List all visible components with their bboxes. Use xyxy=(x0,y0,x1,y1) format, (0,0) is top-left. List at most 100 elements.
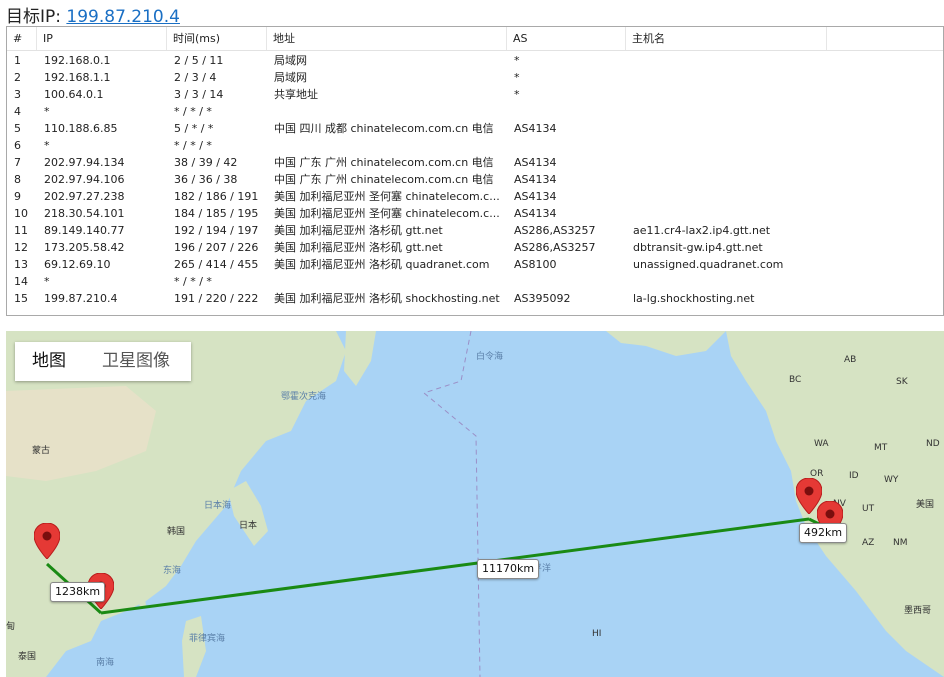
table-row[interactable]: 3 100.64.0.1 3 / 3 / 14 共享地址 * xyxy=(7,86,943,103)
label-bc: BC xyxy=(789,375,802,385)
table-row[interactable]: 11 89.149.140.77 192 / 194 / 197 美国 加利福尼亚州 … xyxy=(7,222,943,239)
cell-hop: 9 xyxy=(14,190,21,203)
cell-time: 192 / 194 / 197 xyxy=(174,224,259,237)
distance-label-3: 492km xyxy=(799,523,848,543)
label-usa: 美国 xyxy=(916,500,935,510)
cell-ip: 202.97.94.106 xyxy=(44,173,125,186)
cell-as: AS286,AS3257 xyxy=(514,241,596,254)
cell-ip: 100.64.0.1 xyxy=(44,88,104,101)
cell-address: 共享地址 xyxy=(274,88,318,101)
label-nm: NM xyxy=(893,538,908,548)
cell-ip: 202.97.94.134 xyxy=(44,156,125,169)
cell-ip: 192.168.0.1 xyxy=(44,54,111,67)
table-row[interactable]: 8 202.97.94.106 36 / 36 / 38 中国 广东 广州 china… xyxy=(7,171,943,188)
cell-address: 中国 广东 广州 chinatelecom.com.cn 电信 xyxy=(274,156,494,169)
cell-address: 美国 加利福尼亚州 洛杉矶 shockhosting.net xyxy=(274,292,500,305)
col-header-hop[interactable]: # xyxy=(7,27,37,50)
label-south-sea: 南海 xyxy=(96,658,115,668)
col-header-as[interactable]: AS xyxy=(507,27,626,50)
label-nd: ND xyxy=(926,439,940,449)
cell-time: 265 / 414 / 455 xyxy=(174,258,259,271)
cell-hostname xyxy=(626,103,827,120)
label-mongolia: 蒙古 xyxy=(32,446,51,456)
cell-hop: 5 xyxy=(14,122,21,135)
cell-time: 191 / 220 / 222 xyxy=(174,292,259,305)
japan-islands xyxy=(228,481,268,546)
table-row[interactable]: 5 110.188.6.85 5 / * / * 中国 四川 成都 chinatele… xyxy=(7,120,943,137)
cell-address: 美国 加利福尼亚州 洛杉矶 quadranet.com xyxy=(274,258,490,271)
cell-ip: * xyxy=(44,139,50,152)
satellite-view-button[interactable]: 卫星图像 xyxy=(102,342,170,381)
label-hawaii: HI xyxy=(592,629,602,639)
cell-time: 2 / 3 / 4 xyxy=(174,71,217,84)
table-row[interactable]: 6 * * / * / * xyxy=(7,137,943,154)
kamchatka xyxy=(344,331,376,386)
cell-ip: 192.168.1.1 xyxy=(44,71,111,84)
cell-time: * / * / * xyxy=(174,105,212,118)
route-segment-guangzhou-sanjose xyxy=(100,517,810,615)
col-header-ip[interactable]: IP xyxy=(37,27,167,50)
cell-time: 184 / 185 / 195 xyxy=(174,207,259,220)
cell-hop: 11 xyxy=(14,224,28,237)
cell-hostname xyxy=(626,69,827,86)
table-row[interactable]: 12 173.205.58.42 196 / 207 / 226 美国 加利福尼亚州 … xyxy=(7,239,943,256)
philippines xyxy=(182,616,206,677)
cell-time: 182 / 186 / 191 xyxy=(174,190,259,203)
marker-chengdu-icon[interactable] xyxy=(34,523,60,559)
cell-hop: 12 xyxy=(14,241,28,254)
cell-time: * / * / * xyxy=(174,139,212,152)
label-sk: SK xyxy=(896,377,908,387)
distance-label-2: 11170km xyxy=(477,559,540,579)
col-header-time[interactable]: 时间(ms) xyxy=(167,27,267,50)
cell-hop: 15 xyxy=(14,292,28,305)
table-row[interactable]: 4 * * / * / * xyxy=(7,103,943,120)
cell-hostname: unassigned.quadranet.com xyxy=(633,258,784,271)
table-row[interactable]: 10 218.30.54.101 184 / 185 / 195 美国 加利福尼亚州 … xyxy=(7,205,943,222)
cell-as: AS4134 xyxy=(514,156,557,169)
map-view-button[interactable]: 地图 xyxy=(32,342,66,381)
cell-hostname: dbtransit-gw.ip4.gtt.net xyxy=(633,241,763,254)
cell-address: 美国 加利福尼亚州 圣何塞 chinatelecom.c... xyxy=(274,207,500,220)
route-map[interactable]: 蒙古 鄂霍次克海 白令海 日本海 韩国 日本 东海 菲律宾海 平洋 南海 泰国 … xyxy=(6,331,944,677)
cell-hostname xyxy=(626,52,827,69)
cell-address: 局域网 xyxy=(274,71,307,84)
target-ip-label: 目标IP: xyxy=(6,7,61,27)
cell-hostname: la-lg.shockhosting.net xyxy=(633,292,755,305)
cell-ip: 202.97.27.238 xyxy=(44,190,125,203)
cell-hostname xyxy=(626,154,827,171)
cell-ip: 218.30.54.101 xyxy=(44,207,125,220)
cell-address: 中国 广东 广州 chinatelecom.com.cn 电信 xyxy=(274,173,494,186)
table-row[interactable]: 14 * * / * / * xyxy=(7,273,943,290)
label-ab: AB xyxy=(844,355,857,365)
date-line xyxy=(422,331,481,677)
label-wa: WA xyxy=(814,439,829,449)
cell-address: 美国 加利福尼亚州 洛杉矶 gtt.net xyxy=(274,241,443,254)
cell-time: 5 / * / * xyxy=(174,122,214,135)
table-row[interactable]: 13 69.12.69.10 265 / 414 / 455 美国 加利福尼亚州 洛杉… xyxy=(7,256,943,273)
cell-address: 美国 加利福尼亚州 洛杉矶 gtt.net xyxy=(274,224,443,237)
cell-hostname xyxy=(626,171,827,188)
cell-as: * xyxy=(514,71,520,84)
table-row[interactable]: 1 192.168.0.1 2 / 5 / 11 局域网 * xyxy=(7,52,943,69)
cell-ip: * xyxy=(44,275,50,288)
target-ip-link[interactable]: 199.87.210.4 xyxy=(66,7,180,27)
cell-hop: 10 xyxy=(14,207,28,220)
cell-as: AS4134 xyxy=(514,173,557,186)
table-row[interactable]: 15 199.87.210.4 191 / 220 / 222 美国 加利福尼亚州 洛… xyxy=(7,290,943,307)
cell-as: AS4134 xyxy=(514,122,557,135)
label-mt: MT xyxy=(874,443,888,453)
cell-hop: 6 xyxy=(14,139,21,152)
cell-time: 36 / 36 / 38 xyxy=(174,173,238,186)
cell-address xyxy=(267,103,507,120)
cell-hop: 2 xyxy=(14,71,21,84)
cell-time: 3 / 3 / 14 xyxy=(174,88,224,101)
cell-hop: 1 xyxy=(14,54,21,67)
table-row[interactable]: 2 192.168.1.1 2 / 3 / 4 局域网 * xyxy=(7,69,943,86)
table-row[interactable]: 7 202.97.94.134 38 / 39 / 42 中国 广东 广州 china… xyxy=(7,154,943,171)
target-ip-title: 目标IP: 199.87.210.4 xyxy=(6,2,180,27)
col-header-address[interactable]: 地址 xyxy=(267,27,507,50)
label-ut: UT xyxy=(862,504,875,514)
col-header-hostname[interactable]: 主机名 xyxy=(626,27,827,50)
cell-time: * / * / * xyxy=(174,275,212,288)
table-row[interactable]: 9 202.97.27.238 182 / 186 / 191 美国 加利福尼亚州 圣… xyxy=(7,188,943,205)
